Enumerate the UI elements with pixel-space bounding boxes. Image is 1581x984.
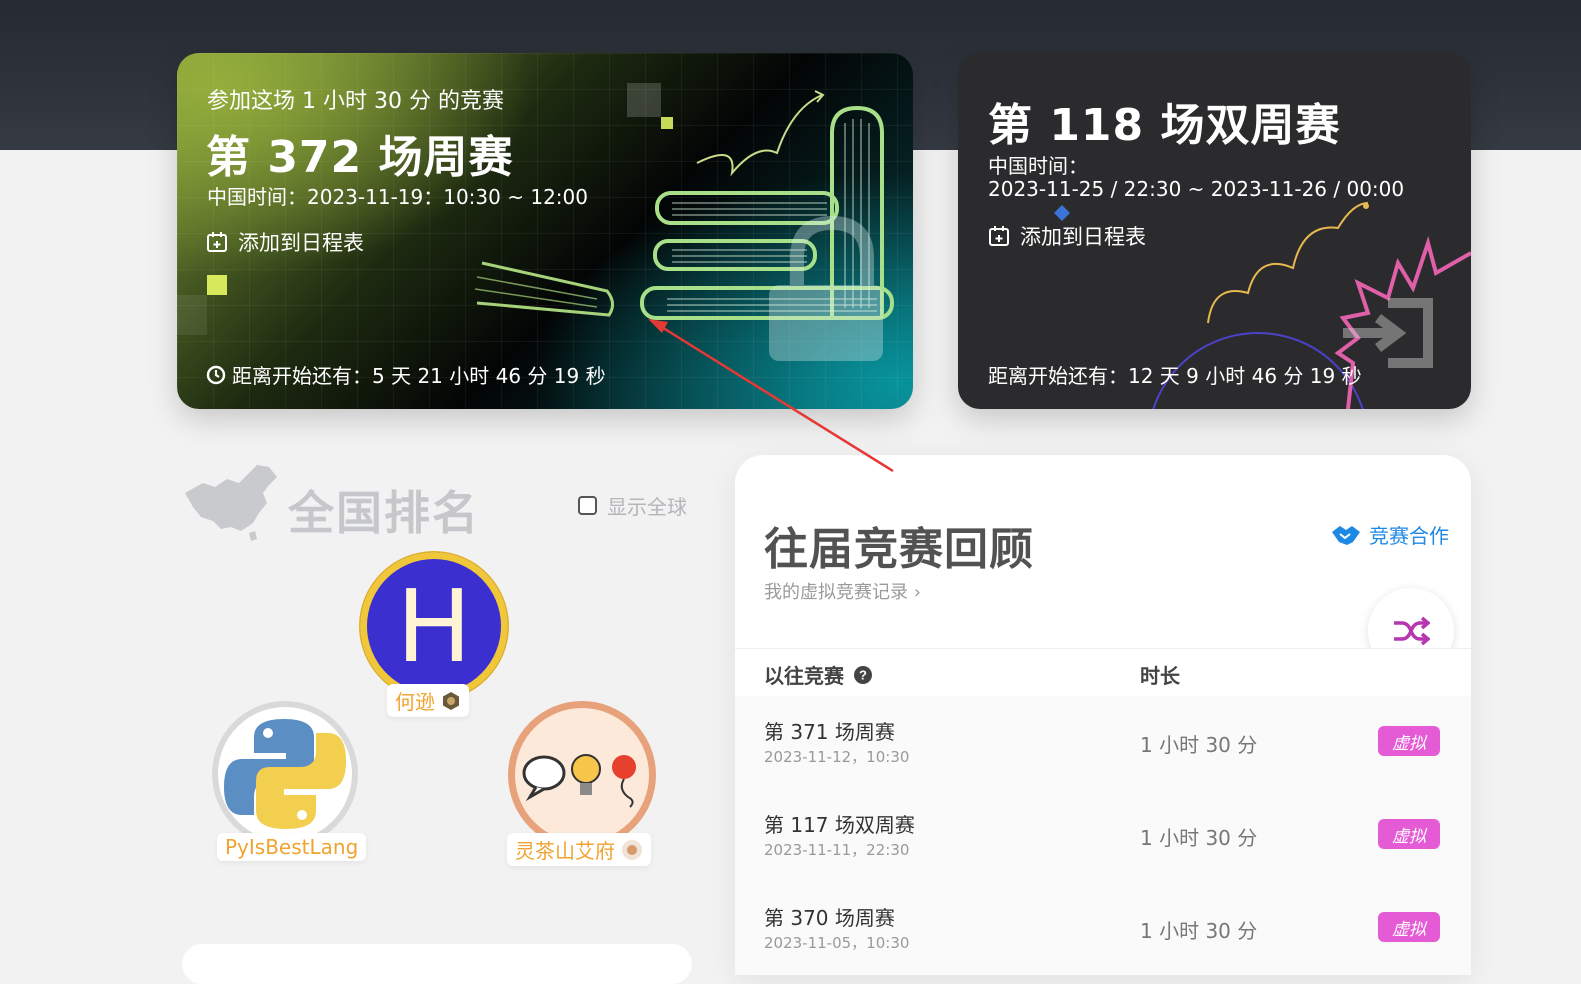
virtual-contest-button[interactable]: 虚拟 (1378, 726, 1440, 756)
avatar-letter: H (396, 567, 472, 685)
user-name: 灵茶山艾府 (515, 839, 615, 863)
contest-name[interactable]: 第 370 场周赛 (764, 902, 895, 931)
weekly-contest-card[interactable]: 参加这场 1 小时 30 分 的竞赛 第 372 场周赛 中国时间：2023-1… (177, 53, 913, 409)
emoji-avatar-icon (522, 754, 636, 808)
contest-name[interactable]: 第 117 场双周赛 (764, 809, 915, 838)
countdown-text: 距离开始还有：12 天 9 小时 46 分 19 秒 (988, 364, 1362, 388)
table-row[interactable]: 第 370 场周赛 2023-11-05，10:30 1 小时 30 分 虚拟 (735, 882, 1471, 975)
virtual-contest-button[interactable]: 虚拟 (1378, 819, 1440, 849)
handshake-icon (1332, 525, 1360, 545)
contest-date: 2023-11-05，10:30 (764, 934, 910, 952)
add-to-calendar-button[interactable]: 添加到日程表 (206, 227, 364, 257)
past-contests-heading: 往届竞赛回顾 (764, 524, 1034, 575)
table-row[interactable]: 第 371 场周赛 2023-11-12，10:30 1 小时 30 分 虚拟 (735, 696, 1471, 790)
contest-date: 2023-11-12，10:30 (764, 748, 910, 766)
column-header-duration: 时长 (1140, 664, 1180, 688)
python-logo-icon (224, 719, 346, 829)
contest-title[interactable]: 第 118 场双周赛 (988, 89, 1340, 153)
clock-icon (206, 365, 226, 384)
user-avatar-3[interactable] (508, 701, 656, 849)
help-icon[interactable]: ? (854, 665, 872, 684)
contest-time: 2023-11-25 / 22:30 ~ 2023-11-26 / 00:00 (988, 177, 1405, 201)
svg-text:?: ? (859, 667, 867, 682)
contest-time: 中国时间：2023-11-19：10:30 ~ 12:00 (207, 185, 588, 209)
show-global-label: 显示全球 (607, 495, 687, 519)
show-global-checkbox[interactable]: 显示全球 (578, 491, 687, 520)
user-name-tag-1[interactable]: 何逊 (387, 684, 469, 717)
table-row[interactable]: 第 117 场双周赛 2023-11-11，22:30 1 小时 30 分 虚拟 (735, 789, 1471, 883)
add-to-calendar-label: 添加到日程表 (238, 231, 364, 255)
countdown: 距离开始还有：5 天 21 小时 46 分 19 秒 (206, 360, 606, 389)
contest-duration: 1 小时 30 分 (1140, 826, 1258, 850)
user-name: 何逊 (395, 690, 435, 714)
add-to-calendar-button[interactable]: 添加到日程表 (988, 221, 1146, 251)
column-header-contest: 以往竞赛 ? (764, 660, 872, 689)
calendar-icon (207, 232, 227, 252)
past-contests-panel: 往届竞赛回顾 我的虚拟竞赛记录 › 竞赛合作 以往竞赛 ? 时长 第 371 场… (735, 455, 1471, 975)
user-name: PyIsBestLang (225, 835, 359, 859)
table-header: 以往竞赛 ? 时长 (735, 648, 1471, 696)
contest-cooperation-label: 竞赛合作 (1369, 524, 1449, 548)
contest-subtitle: 参加这场 1 小时 30 分 的竞赛 (207, 89, 504, 114)
china-map-icon (185, 465, 277, 541)
checkbox-box[interactable] (578, 496, 597, 515)
countdown-text: 距离开始还有：5 天 21 小时 46 分 19 秒 (232, 364, 606, 388)
column-header-contest-label: 以往竞赛 (764, 664, 844, 688)
user-name-tag-3[interactable]: 灵茶山艾府 (507, 833, 651, 866)
ranking-list-card (182, 944, 692, 984)
rank-badge-icon (443, 691, 459, 710)
calendar-icon (989, 226, 1009, 246)
user-name-tag-2[interactable]: PyIsBestLang (217, 833, 367, 861)
rank-badge-icon (622, 839, 642, 860)
shuffle-icon (1394, 616, 1430, 646)
contest-name[interactable]: 第 371 场周赛 (764, 716, 895, 745)
user-avatar-2[interactable] (212, 701, 358, 847)
my-virtual-record-link[interactable]: 我的虚拟竞赛记录 › (764, 578, 921, 604)
virtual-contest-button[interactable]: 虚拟 (1378, 912, 1440, 942)
contest-title[interactable]: 第 372 场周赛 (206, 121, 513, 185)
user-avatar-1[interactable]: H (360, 552, 508, 700)
contest-date: 2023-11-11，22:30 (764, 841, 910, 859)
add-to-calendar-label: 添加到日程表 (1020, 225, 1146, 249)
biweekly-contest-card[interactable]: 第 118 场双周赛 中国时间： 2023-11-25 / 22:30 ~ 20… (958, 53, 1471, 409)
contest-cooperation-link[interactable]: 竞赛合作 (1331, 520, 1449, 549)
ranking-title: 全国排名 (288, 486, 480, 540)
contest-time-label: 中国时间： (988, 154, 1088, 178)
contest-duration: 1 小时 30 分 (1140, 733, 1258, 757)
contest-duration: 1 小时 30 分 (1140, 919, 1258, 943)
